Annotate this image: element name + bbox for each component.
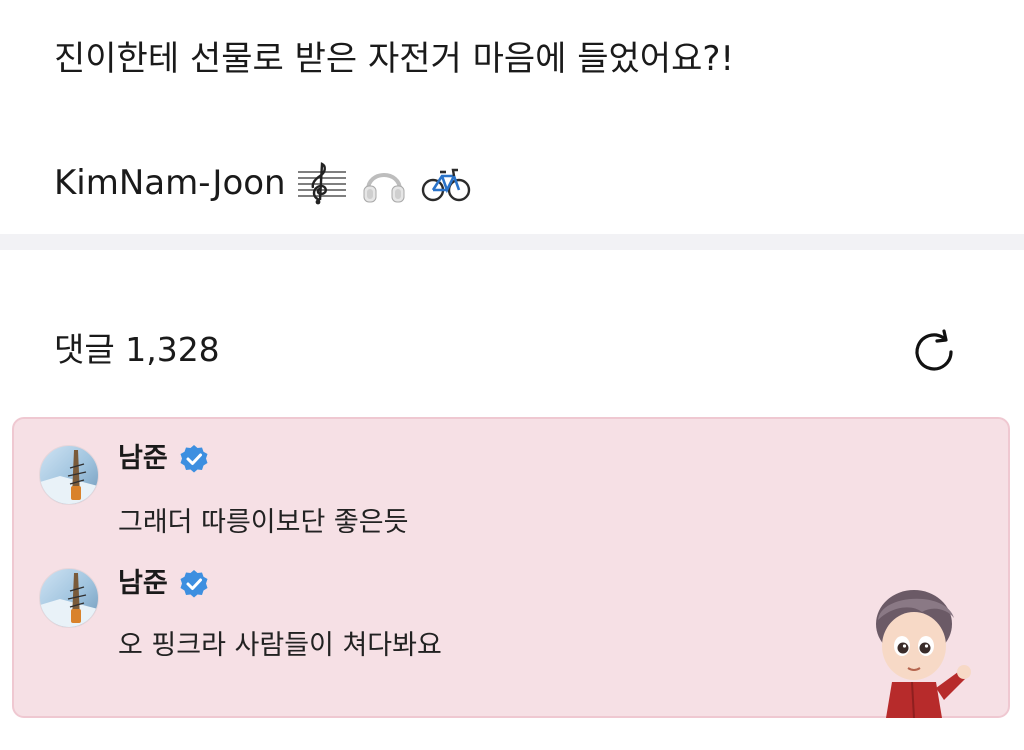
avatar-photo-icon [40,450,98,504]
comment-author-name[interactable]: 남준 [118,566,168,602]
avatar[interactable] [39,445,99,505]
post-text: 진이한테 선물로 받은 자전거 마음에 들었어요?! [54,39,735,79]
comment-author-row: 남준 [118,566,210,602]
comment-text: 그래더 따릉이보단 좋은듯 [118,507,409,538]
character-sticker-icon [876,590,971,718]
avatar[interactable] [39,568,99,628]
musical-score-icon [297,162,346,205]
comments-count-label: 댓글 1,328 [54,330,220,369]
verified-badge-icon [180,570,208,598]
post-author-line: KimNam-Joon [54,160,472,206]
refresh-icon[interactable] [908,326,960,378]
highlighted-comments-card: 남준 그래더 따릉이보단 좋은듯 남준 오 핑크라 사람들이 쳐다봐요 [12,417,1010,718]
verified-badge-icon [180,445,208,473]
section-divider [0,234,1024,250]
headphones-icon [363,173,405,203]
comment-author-name[interactable]: 남준 [118,441,168,477]
bicycle-icon [421,168,470,202]
avatar-photo-icon [40,573,98,627]
comment-author-row: 남준 [118,441,210,477]
post-author-tag: KimNam-Joon [54,163,286,203]
post-body: 진이한테 선물로 받은 자전거 마음에 들었어요?! KimNam-Joon [0,0,1024,234]
comment-text: 오 핑크라 사람들이 쳐다봐요 [118,630,442,661]
